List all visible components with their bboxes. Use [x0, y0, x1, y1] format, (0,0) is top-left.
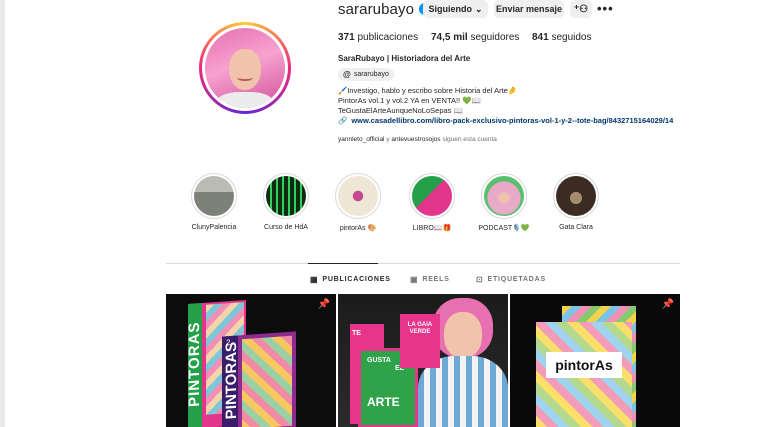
following-count-label: seguidos — [551, 32, 592, 43]
pin-icon: 📌 — [317, 299, 330, 310]
followed-by-suffix: siguen esta cuenta — [442, 136, 497, 143]
highlight-cover — [266, 176, 306, 216]
following-label: Siguiendo — [428, 4, 472, 14]
pin-icon: 📌 — [661, 299, 674, 310]
window-edge — [0, 0, 5, 427]
book-spine-title: PINTORAS — [186, 320, 203, 408]
username: sararubayo — [338, 0, 415, 18]
highlight-label: LIBRO📖🎁 — [412, 225, 452, 232]
message-label: Enviar mensaje — [495, 4, 563, 14]
send-message-button[interactable]: Enviar mensaje — [494, 0, 564, 18]
highlight-label: pintorAs 🎨 — [339, 225, 377, 232]
highlight-libro[interactable]: LIBRO📖🎁 — [402, 173, 462, 232]
highlight-cover — [412, 176, 452, 216]
tab-publicaciones[interactable]: ▦ PUBLICACIONES — [310, 275, 391, 284]
volume-number: 2 — [226, 337, 231, 348]
following-count: 841 — [532, 32, 549, 43]
followed-by-and: y — [386, 136, 390, 143]
followers-count: 74,5 mil — [431, 32, 468, 43]
following-button[interactable]: Siguiendo ⌄ — [423, 0, 488, 18]
bio-line: TeGustaElArteAunqueNoLoSepas 📖 — [338, 106, 463, 115]
highlight-cover — [484, 176, 524, 216]
highlight-podcast[interactable]: PODCAST🎙️💚 — [474, 173, 534, 232]
book-subtitle: LA GAIA VERDE — [407, 322, 433, 335]
tab-etiquetadas[interactable]: ⊡ ETIQUETADAS — [476, 275, 546, 284]
add-user-button[interactable]: ⁺⚇ — [570, 0, 592, 18]
highlight-clunypalencia[interactable]: ClunyPalencia — [184, 173, 244, 231]
highlight-gata-clara[interactable]: Gata Clara — [546, 173, 606, 231]
stat-following[interactable]: 841 seguidos — [532, 32, 592, 43]
followed-by[interactable]: yannleto_official y antevuestrosojos sig… — [338, 136, 497, 143]
posts-count: 371 — [338, 32, 355, 43]
post-tile[interactable]: pintorAs 📌 — [510, 294, 680, 427]
tabs-divider — [166, 263, 680, 264]
threads-icon: @ — [343, 70, 351, 79]
tab-label: PUBLICACIONES — [322, 276, 391, 283]
book-spine-title: PINTORAS — [223, 341, 240, 420]
profile-avatar[interactable] — [199, 22, 291, 114]
chevron-down-icon: ⌄ — [474, 3, 483, 14]
profile-header-row: sararubayo ✓ — [338, 0, 432, 18]
highlight-label: ClunyPalencia — [191, 224, 237, 231]
highlight-cover — [338, 176, 378, 216]
add-user-icon: ⁺⚇ — [573, 3, 589, 15]
bio-link[interactable]: 🔗 www.casadellibro.com/libro-pack-exclus… — [338, 116, 673, 125]
bio-link-text: www.casadellibro.com/libro-pack-exclusiv… — [351, 116, 674, 125]
box-label: pintorAs — [546, 352, 622, 378]
highlight-label: PODCAST🎙️💚 — [478, 225, 530, 232]
followers-label: seguidores — [470, 32, 520, 43]
bio-line: PintorAs vol.1 y vol.2 YA en VENTA!! 💚📖 — [338, 96, 481, 105]
highlight-curso-hda[interactable]: Curso de HdA — [256, 173, 316, 231]
threads-handle: sararubayo — [353, 71, 389, 78]
more-options-icon[interactable]: ••• — [597, 1, 614, 16]
bio: 🖌️Investigo, hablo y escribo sobre Histo… — [338, 86, 517, 116]
threads-badge[interactable]: @ sararubayo — [338, 68, 394, 81]
highlight-cover — [556, 176, 596, 216]
avatar-photo — [205, 28, 285, 108]
highlight-cover — [194, 176, 234, 216]
followed-by-user: yannleto_official — [338, 136, 385, 143]
bio-line: 🖌️Investigo, hablo y escribo sobre Histo… — [338, 86, 518, 95]
tab-reels[interactable]: ▣ REELS — [410, 275, 450, 284]
book-word: ARTE — [367, 395, 400, 409]
post-tile[interactable]: PINTORAS PINTORAS 2 📌 — [166, 294, 336, 427]
tagged-icon: ⊡ — [476, 275, 484, 284]
tab-label: REELS — [422, 276, 450, 283]
stat-posts: 371 publicaciones — [338, 32, 418, 43]
full-name: SaraRubayo | Historiadora del Arte — [338, 54, 471, 63]
link-icon: 🔗 — [338, 116, 348, 125]
highlight-label: Gata Clara — [559, 224, 593, 231]
stat-followers[interactable]: 74,5 mil seguidores — [431, 32, 519, 43]
active-tab-indicator — [308, 263, 378, 264]
followed-by-user: antevuestrosojos — [391, 136, 441, 143]
book-word: GUSTA — [367, 357, 391, 364]
highlight-pintoras[interactable]: pintorAs 🎨 — [328, 173, 388, 232]
book-word: TE — [352, 330, 361, 337]
post-tile[interactable]: GUSTA EL ARTE LA GAIA VERDE TE — [338, 294, 508, 427]
reels-icon: ▣ — [410, 275, 419, 284]
tab-label: ETIQUETADAS — [487, 276, 546, 283]
posts-label: publicaciones — [357, 32, 419, 43]
grid-icon: ▦ — [310, 275, 319, 284]
highlight-label: Curso de HdA — [264, 224, 308, 231]
